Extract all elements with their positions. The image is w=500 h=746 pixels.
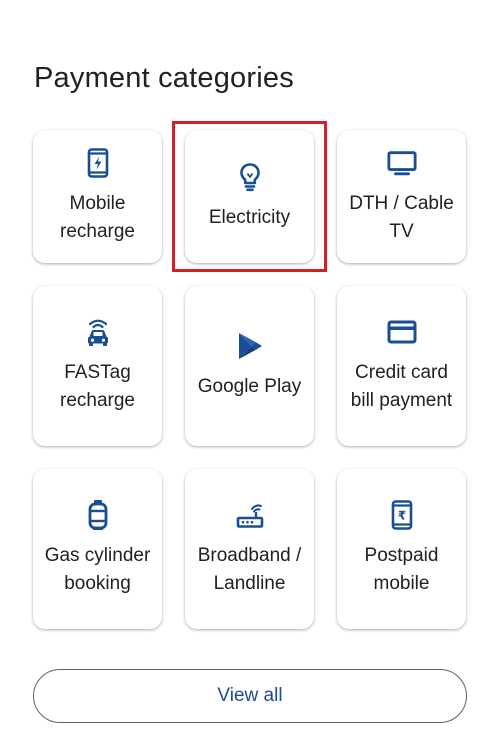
category-broadband-landline[interactable]: Broadband / Landline bbox=[185, 469, 314, 629]
category-label: Credit card bill payment bbox=[350, 362, 453, 411]
mobile-rupee-icon: ₹ bbox=[387, 500, 417, 530]
category-label: DTH / Cable TV bbox=[349, 192, 454, 242]
category-gas-cylinder-booking[interactable]: Gas cylinder booking bbox=[33, 469, 162, 629]
play-store-icon bbox=[235, 331, 265, 361]
tv-icon bbox=[386, 148, 417, 178]
category-label: Mobile recharge bbox=[60, 192, 135, 242]
category-label: Electricity bbox=[208, 206, 291, 228]
router-icon bbox=[235, 500, 265, 530]
category-google-play[interactable]: Google Play bbox=[185, 286, 314, 446]
category-label: Postpaid mobile bbox=[364, 545, 439, 594]
section-title: Payment categories bbox=[34, 62, 294, 94]
category-label: Broadband / Landline bbox=[197, 545, 302, 594]
categories-grid: Mobile recharge Electricity DTH / Cable … bbox=[33, 121, 467, 629]
category-postpaid-mobile[interactable]: ₹ Postpaid mobile bbox=[337, 469, 466, 629]
lightbulb-icon bbox=[235, 162, 265, 192]
category-dth-cable-tv[interactable]: DTH / Cable TV bbox=[337, 130, 466, 263]
credit-card-icon bbox=[387, 317, 417, 347]
category-fastag-recharge[interactable]: FASTag recharge bbox=[33, 286, 162, 446]
svg-text:₹: ₹ bbox=[397, 509, 405, 523]
view-all-button[interactable]: View all bbox=[33, 669, 467, 723]
category-label: Google Play bbox=[197, 376, 302, 397]
category-electricity[interactable]: Electricity bbox=[172, 121, 327, 272]
category-credit-card-bill-payment[interactable]: Credit card bill payment bbox=[337, 286, 466, 446]
category-label: Gas cylinder booking bbox=[44, 545, 151, 594]
gas-cylinder-icon bbox=[83, 500, 113, 530]
category-mobile-recharge[interactable]: Mobile recharge bbox=[33, 130, 162, 263]
car-signal-icon bbox=[83, 317, 113, 347]
mobile-bolt-icon bbox=[83, 147, 113, 178]
category-label: FASTag recharge bbox=[60, 362, 135, 411]
